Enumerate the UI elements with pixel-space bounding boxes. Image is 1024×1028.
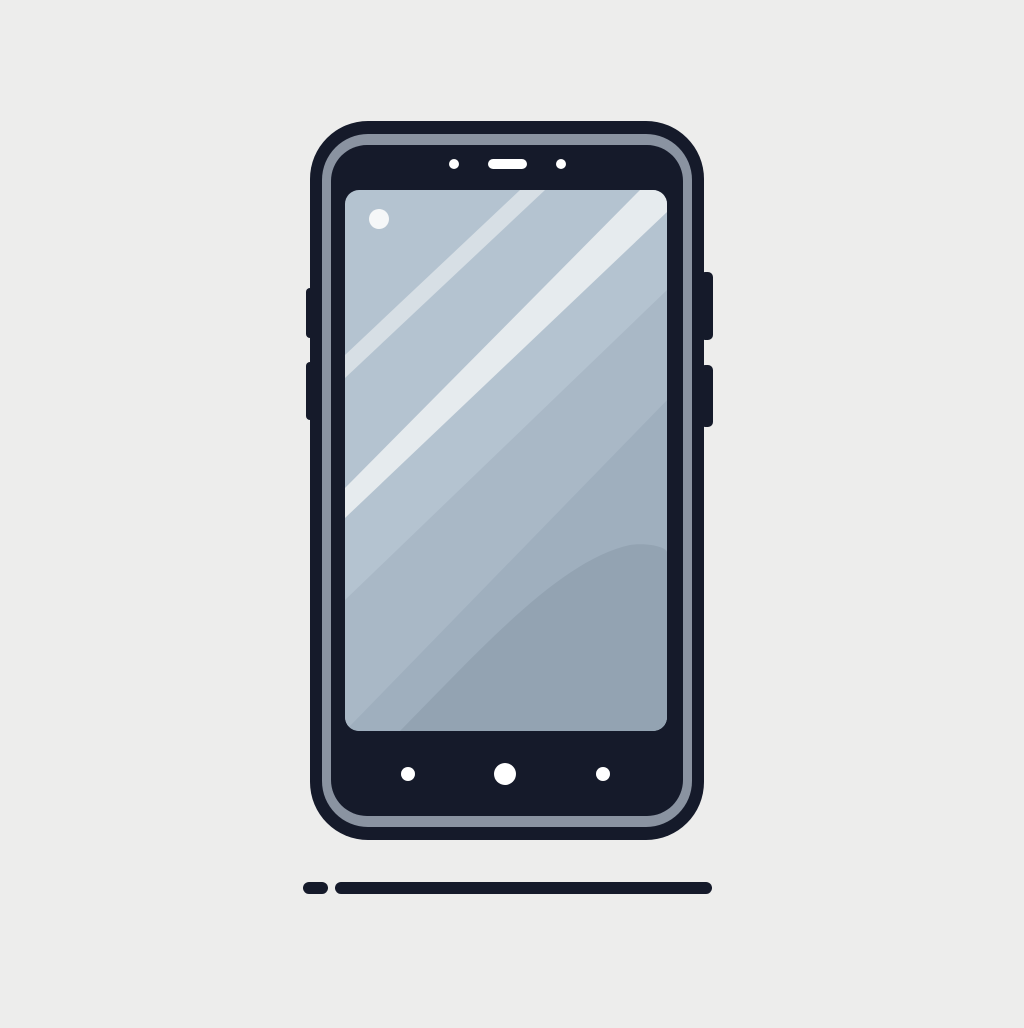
back-button-dot xyxy=(401,767,415,781)
sensor-dot xyxy=(556,159,566,169)
home-button-dot xyxy=(494,763,516,785)
front-camera-icon xyxy=(449,159,459,169)
speaker-grille xyxy=(488,159,527,169)
recent-apps-button-dot xyxy=(596,767,610,781)
illustration-canvas xyxy=(0,0,1024,1024)
ground-line-long xyxy=(335,882,712,894)
phone-screen xyxy=(345,190,667,731)
ground-line-short xyxy=(303,882,328,894)
smartphone-illustration xyxy=(0,0,1024,1024)
